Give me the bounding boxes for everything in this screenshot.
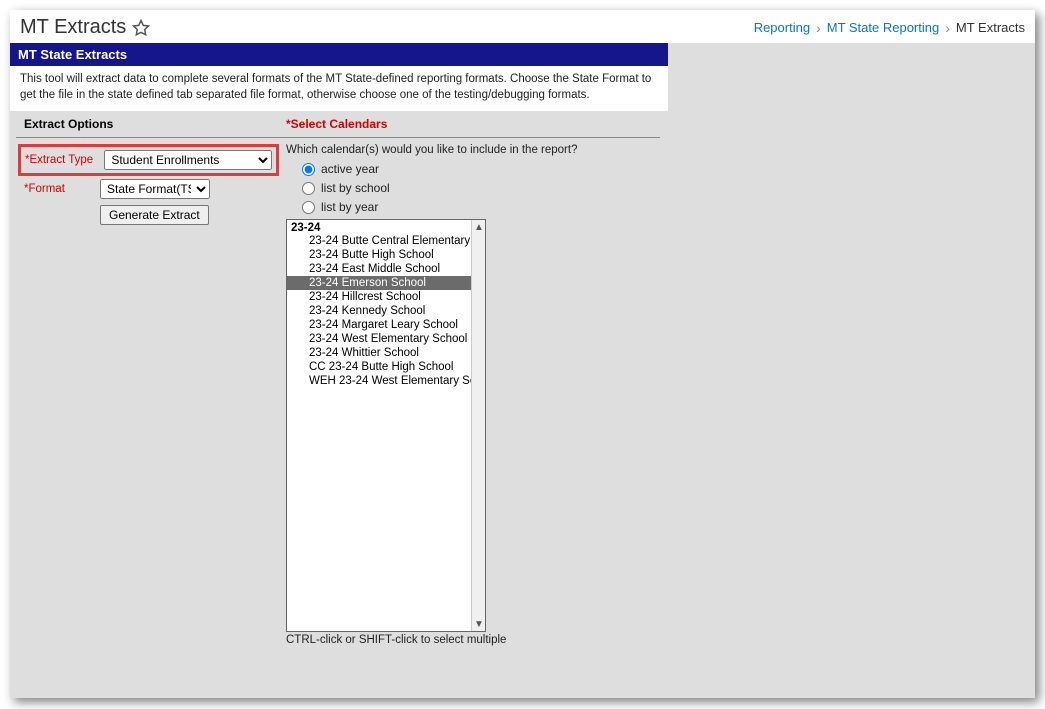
list-item[interactable]: 23-24 East Middle School bbox=[287, 262, 473, 276]
chevron-right-icon: › bbox=[945, 20, 950, 36]
list-item[interactable]: 23-24 West Elementary School bbox=[287, 332, 473, 346]
body-area: MT State Extracts This tool will extract… bbox=[10, 43, 1035, 698]
radio-active-year-label: active year bbox=[321, 162, 379, 176]
radio-list-by-school[interactable] bbox=[302, 182, 315, 195]
list-item[interactable]: 23-24 Butte Central Elementary bbox=[287, 234, 473, 248]
calendar-prompt: Which calendar(s) would you like to incl… bbox=[286, 144, 660, 156]
format-select[interactable]: State Format(TSV) bbox=[100, 179, 210, 199]
breadcrumb-link-mt-state-reporting[interactable]: MT State Reporting bbox=[827, 20, 939, 35]
select-calendars-heading: *Select Calendars bbox=[286, 117, 660, 131]
intro-text: This tool will extract data to complete … bbox=[10, 66, 668, 111]
list-item[interactable]: 23-24 Margaret Leary School bbox=[287, 318, 473, 332]
calendar-list-items: 23-24 Butte Central Elementary23-24 Butt… bbox=[287, 234, 473, 388]
extract-options-heading: Extract Options bbox=[24, 117, 286, 131]
list-year-header: 23-24 bbox=[287, 220, 473, 234]
radio-active-year-row[interactable]: active year bbox=[286, 162, 660, 176]
divider bbox=[286, 137, 660, 138]
scroll-up-icon[interactable]: ▲ bbox=[472, 220, 486, 234]
breadcrumb-link-reporting[interactable]: Reporting bbox=[754, 20, 810, 35]
radio-list-by-year-label: list by year bbox=[321, 200, 378, 214]
list-item[interactable]: 23-24 Butte High School bbox=[287, 248, 473, 262]
extract-options-column: Extract Options *Extract Type Student En… bbox=[10, 117, 286, 228]
radio-list-by-school-label: list by school bbox=[321, 181, 390, 195]
radio-list-by-year[interactable] bbox=[302, 201, 315, 214]
list-item[interactable]: 23-24 Kennedy School bbox=[287, 304, 473, 318]
radio-list-by-school-row[interactable]: list by school bbox=[286, 181, 660, 195]
select-calendars-column: *Select Calendars Which calendar(s) woul… bbox=[286, 117, 668, 646]
generate-extract-button[interactable]: Generate Extract bbox=[100, 205, 209, 225]
star-icon[interactable] bbox=[132, 19, 150, 37]
extract-type-select[interactable]: Student Enrollments bbox=[104, 150, 272, 170]
divider bbox=[16, 137, 286, 138]
scroll-down-icon[interactable]: ▼ bbox=[472, 617, 486, 631]
list-item[interactable]: 23-24 Emerson School bbox=[287, 276, 473, 290]
list-item[interactable]: 23-24 Hillcrest School bbox=[287, 290, 473, 304]
scrollbar[interactable]: ▲ ▼ bbox=[471, 220, 485, 631]
radio-list-by-year-row[interactable]: list by year bbox=[286, 200, 660, 214]
calendar-listbox[interactable]: 23-24 23-24 Butte Central Elementary23-2… bbox=[286, 219, 486, 632]
breadcrumb: Reporting › MT State Reporting › MT Extr… bbox=[754, 20, 1025, 36]
panel-header: MT State Extracts bbox=[10, 43, 668, 66]
page-title-wrap: MT Extracts bbox=[20, 16, 150, 39]
breadcrumb-current: MT Extracts bbox=[956, 20, 1025, 35]
app-window: MT Extracts Reporting › MT State Reporti… bbox=[10, 10, 1035, 698]
extract-type-label: *Extract Type bbox=[25, 154, 101, 166]
extract-type-highlight: *Extract Type Student Enrollments bbox=[18, 144, 279, 176]
list-item[interactable]: 23-24 Whittier School bbox=[287, 346, 473, 360]
format-label: *Format bbox=[24, 183, 100, 195]
chevron-right-icon: › bbox=[816, 20, 821, 36]
options-area: Extract Options *Extract Type Student En… bbox=[10, 111, 668, 654]
radio-active-year[interactable] bbox=[302, 163, 315, 176]
page-title: MT Extracts bbox=[20, 16, 126, 39]
list-item[interactable]: WEH 23-24 West Elementary School bbox=[287, 374, 473, 388]
header-bar: MT Extracts Reporting › MT State Reporti… bbox=[10, 10, 1035, 43]
multiselect-hint: CTRL-click or SHIFT-click to select mult… bbox=[286, 634, 660, 646]
list-item[interactable]: CC 23-24 Butte High School bbox=[287, 360, 473, 374]
